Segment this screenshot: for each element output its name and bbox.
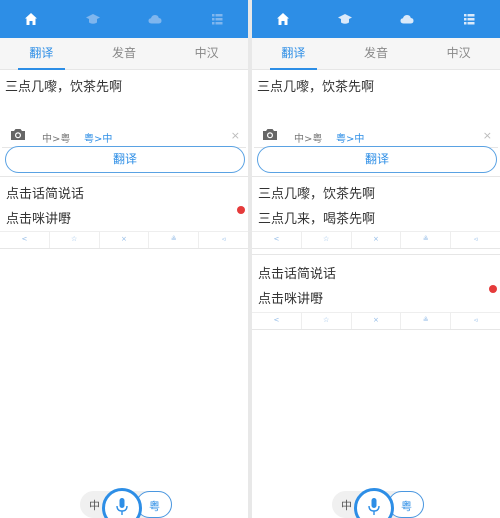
nav-list-button[interactable] — [438, 0, 500, 38]
voice-input-bar: 中 粤 — [80, 488, 172, 518]
home-icon — [25, 13, 37, 25]
tab-pronounce[interactable]: 发音 — [335, 38, 418, 69]
speaker-icon[interactable]: ◃ — [451, 313, 500, 329]
input-text[interactable]: 三点几嚟，饮茶先啊 — [5, 76, 122, 95]
list-icon — [464, 14, 475, 25]
lang-right-label[interactable]: 粤 — [401, 498, 412, 514]
nav-list-button[interactable] — [186, 0, 248, 38]
tab-pronounce[interactable]: 发音 — [83, 38, 166, 69]
nav-home-button[interactable] — [252, 0, 314, 38]
translate-button[interactable]: 翻译 — [257, 146, 497, 173]
nav-learn-button[interactable] — [314, 0, 376, 38]
star-icon[interactable]: ☆ — [302, 232, 352, 248]
action-row: < ☆ × ≗ ◃ — [252, 231, 500, 248]
result-line: 点击咪讲嘢 — [6, 212, 72, 227]
voice-input-bar: 中 粤 — [332, 488, 424, 518]
list-icon — [212, 14, 223, 25]
user-add-icon[interactable]: ≗ — [149, 232, 200, 248]
tab-translate[interactable]: 翻译 — [0, 38, 83, 70]
clear-input-button[interactable]: × — [483, 129, 492, 142]
home-icon — [277, 13, 289, 25]
lang-right-label[interactable]: 粤 — [149, 498, 160, 514]
graduation-cap-icon — [86, 14, 100, 24]
cloud-icon — [148, 15, 162, 24]
action-row: < ☆ × ≗ ◃ — [252, 312, 500, 329]
mode-tabs: 翻译 发音 中汉 — [0, 38, 248, 70]
direction-yue-to-cn[interactable]: 粤>中 — [336, 130, 364, 145]
share-icon[interactable]: < — [252, 313, 302, 329]
speaker-icon[interactable]: ◃ — [199, 232, 248, 248]
app-screen-right: 翻译 发音 中汉 三点几嚟，饮茶先啊 中>粤 粤>中 × 翻译 三点几嚟，饮茶先… — [252, 0, 500, 518]
star-icon[interactable]: ☆ — [50, 232, 100, 248]
result-line: 点击咪讲嘢 — [258, 292, 324, 307]
tab-translate[interactable]: 翻译 — [252, 38, 335, 70]
result-card: 点击话简说话 点击咪讲嘢 < ☆ × ≗ ◃ — [252, 254, 500, 330]
input-text[interactable]: 三点几嚟，饮茶先啊 — [257, 76, 374, 95]
result-line: 三点几来，喝茶先啊 — [258, 212, 376, 227]
graduation-cap-icon — [338, 14, 352, 24]
input-box[interactable]: 三点几嚟，饮茶先啊 中>粤 粤>中 × — [2, 70, 246, 148]
result-card: 三点几嚟，饮茶先啊 三点几来，喝茶先啊 < ☆ × ≗ ◃ — [252, 176, 500, 249]
lang-left-label[interactable]: 中 — [341, 497, 352, 513]
microphone-icon — [368, 498, 380, 515]
result-line: 点击话简说话 — [258, 267, 337, 282]
mode-tabs: 翻译 发音 中汉 — [252, 38, 500, 70]
record-dot-icon — [489, 285, 497, 293]
speaker-icon[interactable]: ◃ — [451, 232, 500, 248]
top-nav-bar — [0, 0, 248, 38]
share-icon[interactable]: < — [0, 232, 50, 248]
record-dot-icon — [237, 206, 245, 214]
result-line: 点击话简说话 — [6, 187, 85, 202]
clear-input-button[interactable]: × — [231, 129, 240, 142]
nav-home-button[interactable] — [0, 0, 62, 38]
lang-left-label[interactable]: 中 — [89, 497, 100, 513]
nav-cloud-button[interactable] — [124, 0, 186, 38]
microphone-icon — [116, 498, 128, 515]
direction-yue-to-cn[interactable]: 粤>中 — [84, 130, 112, 145]
tab-chinese-han[interactable]: 中汉 — [417, 38, 500, 69]
action-row: < ☆ × ≗ ◃ — [0, 231, 248, 248]
direction-cn-to-yue[interactable]: 中>粤 — [294, 130, 322, 145]
delete-icon[interactable]: × — [100, 232, 150, 248]
nav-cloud-button[interactable] — [376, 0, 438, 38]
user-add-icon[interactable]: ≗ — [401, 232, 452, 248]
direction-cn-to-yue[interactable]: 中>粤 — [42, 130, 70, 145]
input-box[interactable]: 三点几嚟，饮茶先啊 中>粤 粤>中 × — [254, 70, 498, 148]
share-icon[interactable]: < — [252, 232, 302, 248]
delete-icon[interactable]: × — [352, 313, 402, 329]
nav-learn-button[interactable] — [62, 0, 124, 38]
result-line: 三点几嚟，饮茶先啊 — [258, 187, 376, 202]
camera-icon[interactable] — [10, 127, 26, 141]
cloud-icon — [400, 15, 414, 24]
app-screen-left: 翻译 发音 中汉 三点几嚟，饮茶先啊 中>粤 粤>中 × 翻译 点击话简说话 点… — [0, 0, 248, 518]
translate-button[interactable]: 翻译 — [5, 146, 245, 173]
tab-chinese-han[interactable]: 中汉 — [165, 38, 248, 69]
top-nav-bar — [252, 0, 500, 38]
result-card: 点击话简说话 点击咪讲嘢 < ☆ × ≗ ◃ — [0, 176, 248, 249]
camera-icon[interactable] — [262, 127, 278, 141]
delete-icon[interactable]: × — [352, 232, 402, 248]
star-icon[interactable]: ☆ — [302, 313, 352, 329]
user-add-icon[interactable]: ≗ — [401, 313, 452, 329]
